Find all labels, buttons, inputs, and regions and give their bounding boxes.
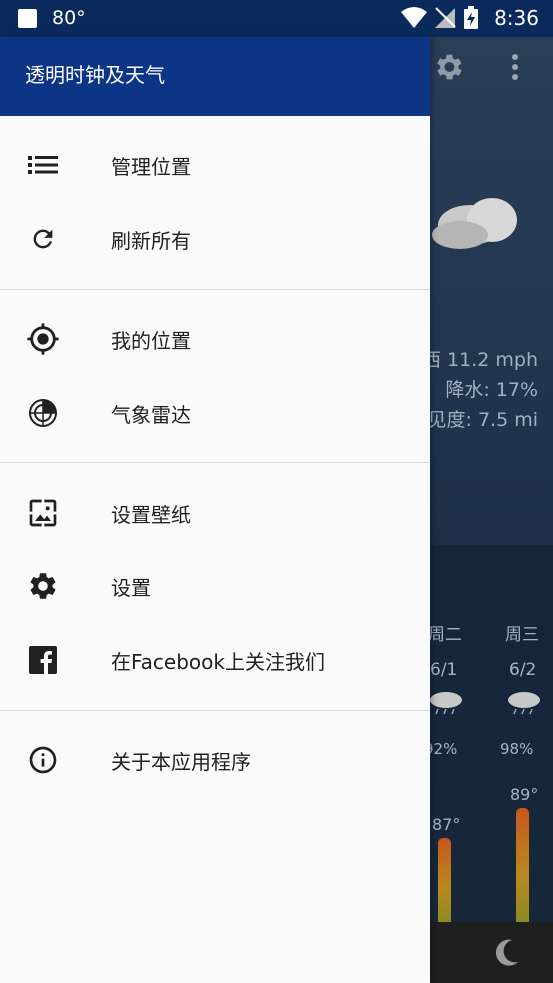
refresh-icon <box>25 221 61 257</box>
menu-item-label: 设置 <box>111 575 151 600</box>
divider <box>0 710 430 711</box>
signal-off-icon <box>435 7 456 28</box>
menu-item-label: 我的位置 <box>111 328 191 353</box>
menu-item-weather-radar[interactable]: 气象雷达 <box>0 383 430 443</box>
overflow-menu-icon[interactable] <box>512 54 518 84</box>
menu-item-my-location[interactable]: 我的位置 <box>0 309 430 369</box>
divider <box>0 289 430 290</box>
status-temperature: 80° <box>52 7 86 29</box>
forecast-humidity: 98% <box>500 740 534 758</box>
menu-item-label: 设置壁纸 <box>111 502 191 527</box>
forecast-day: 周三 <box>505 625 539 645</box>
battery-charging-icon <box>464 6 479 29</box>
notification-icon <box>18 9 37 28</box>
forecast-date: 6/1 <box>430 660 458 680</box>
menu-item-label: 管理位置 <box>111 154 191 179</box>
wifi-icon <box>401 7 427 28</box>
rain-cloud-icon <box>430 692 462 715</box>
forecast-day: 周二 <box>428 625 462 645</box>
menu-item-label: 刷新所有 <box>111 228 191 253</box>
forecast-date: 6/2 <box>509 660 537 680</box>
wallpaper-icon <box>25 495 61 531</box>
temperature-bar <box>516 808 529 922</box>
my-location-icon <box>25 321 61 357</box>
menu-item-facebook[interactable]: 在Facebook上关注我们 <box>0 630 430 690</box>
rain-cloud-icon <box>508 692 540 715</box>
forecast-high: 89° <box>510 785 539 804</box>
cloud-icon <box>432 198 517 249</box>
menu-item-about[interactable]: 关于本应用程序 <box>0 730 430 790</box>
status-time: 8:36 <box>494 6 539 30</box>
list-icon <box>25 147 61 183</box>
menu-item-label: 关于本应用程序 <box>111 749 251 774</box>
menu-item-settings[interactable]: 设置 <box>0 556 430 616</box>
facebook-icon <box>25 642 61 678</box>
menu-item-label: 在Facebook上关注我们 <box>111 649 325 674</box>
info-icon <box>25 742 61 778</box>
menu-item-label: 气象雷达 <box>111 402 191 427</box>
status-icons <box>400 6 480 34</box>
menu-item-manage-locations[interactable]: 管理位置 <box>0 135 430 195</box>
forecast-high: 87° <box>432 815 461 834</box>
settings-gear-icon[interactable] <box>431 50 465 84</box>
temperature-bar <box>438 838 451 922</box>
status-bar: 80° 8:36 <box>0 0 553 37</box>
drawer-title: 透明时钟及天气 <box>0 37 430 116</box>
menu-item-set-wallpaper[interactable]: 设置壁纸 <box>0 483 430 543</box>
menu-item-refresh-all[interactable]: 刷新所有 <box>0 209 430 269</box>
divider <box>0 462 430 463</box>
visibility-text: 见度: 7.5 mi <box>427 409 538 431</box>
precip-text: 降水: 17% <box>445 379 538 401</box>
navigation-drawer: 透明时钟及天气 管理位置 刷新所有 我的位置 气象雷达 设置壁纸 设置 在Fac… <box>0 37 430 983</box>
gear-icon <box>25 568 61 604</box>
radar-icon <box>25 395 61 431</box>
moon-icon <box>495 939 518 966</box>
wind-text: 西 11.2 mph <box>422 349 538 371</box>
